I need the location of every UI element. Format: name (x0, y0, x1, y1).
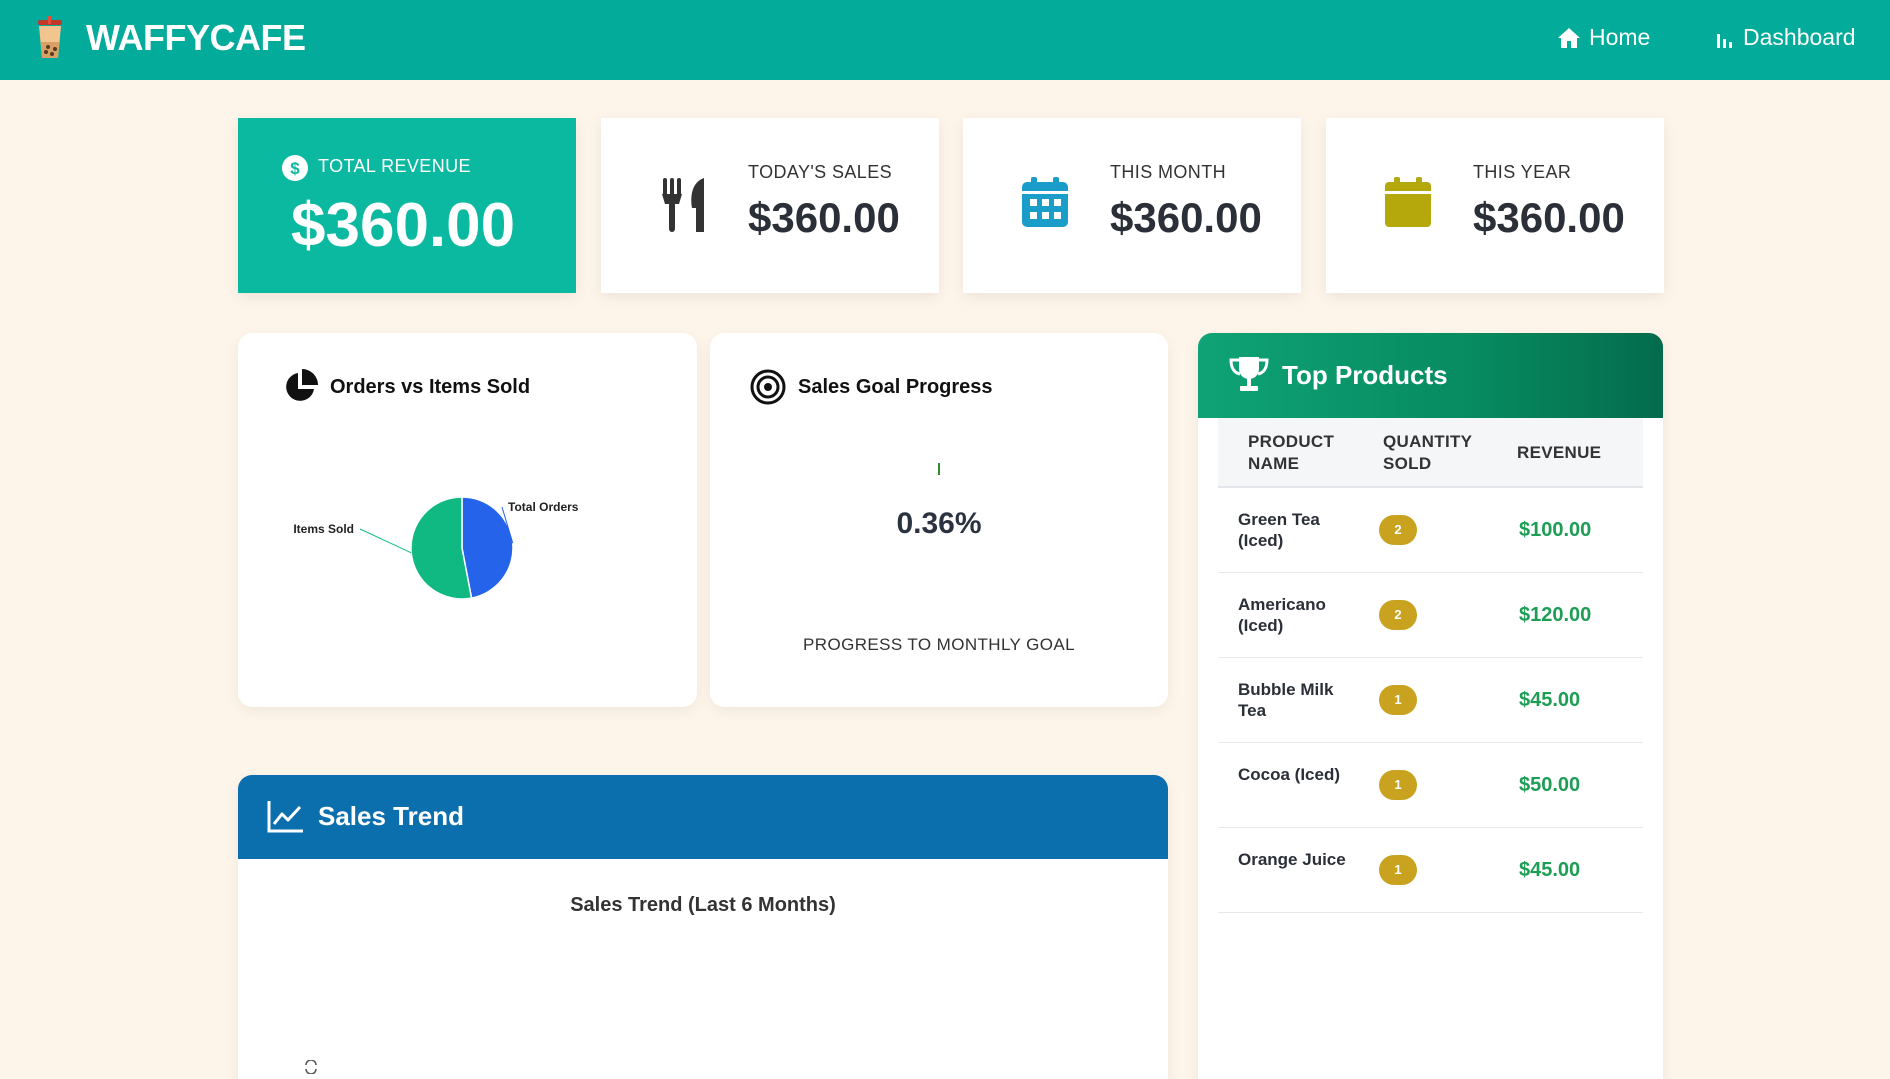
nav-home-label: Home (1589, 24, 1651, 50)
sales-trend-header-text: Sales Trend (318, 801, 464, 831)
product-name: Americano (Iced) (1238, 595, 1326, 635)
table-row: Green Tea (Iced) 2 $100.00 (1218, 488, 1643, 573)
calendar-days-icon (1022, 177, 1068, 227)
pie-slice-total-orders[interactable] (461, 496, 514, 599)
brand[interactable]: WAFFYCAFE (34, 16, 306, 60)
column-header-product-name: PRODUCT NAME (1248, 432, 1335, 473)
total-revenue-value: $360.00 (291, 191, 516, 260)
goal-percentage: 0.36% (896, 507, 982, 540)
sales-trend-header: Sales Trend (238, 775, 1168, 859)
quantity-badge: 1 (1379, 685, 1417, 715)
this-year-value: $360.00 (1473, 194, 1625, 241)
pie-leader-line (359, 528, 412, 554)
line-chart-icon (267, 801, 303, 833)
this-month-label: THIS MONTH (1110, 162, 1226, 182)
dollar-circle-icon: $ (282, 155, 308, 181)
bar-chart-icon (1717, 33, 1732, 48)
table-row: Bubble Milk Tea 1 $45.00 (1218, 658, 1643, 743)
todays-sales-label: TODAY'S SALES (748, 162, 893, 182)
product-revenue: $45.00 (1519, 689, 1581, 711)
quantity-badge: 2 (1379, 515, 1417, 545)
table-row: Orange Juice 1 $45.00 (1218, 828, 1643, 913)
column-header-revenue: REVENUE (1517, 443, 1602, 462)
product-revenue: $45.00 (1519, 859, 1581, 881)
brand-name: WAFFYCAFE (86, 17, 306, 58)
pie-chart-icon (286, 369, 318, 401)
target-icon (750, 369, 786, 405)
goal-panel-title: Sales Goal Progress (750, 369, 993, 405)
todays-sales-value: $360.00 (748, 194, 900, 241)
this-month-card: THIS MONTH $360.00 (963, 118, 1301, 293)
quantity-badge: 2 (1379, 600, 1417, 630)
top-products-panel: Top Products PRODUCT NAME QUANTITY SOLD … (1198, 333, 1663, 1079)
product-revenue: $50.00 (1519, 774, 1581, 796)
product-name: Green Tea (Iced) (1238, 510, 1320, 550)
nav-dashboard-link[interactable]: Dashboard (1715, 24, 1856, 51)
sales-trend-panel: Sales Trend Sales Trend (Last 6 Months) (238, 775, 1168, 1079)
nav-dashboard-label: Dashboard (1743, 24, 1856, 50)
product-revenue: $100.00 (1519, 519, 1592, 541)
pie-label: Total Orders (508, 500, 579, 514)
product-name: Bubble Milk Tea (1238, 680, 1334, 720)
calendar-icon (1385, 177, 1431, 227)
trophy-icon (1229, 357, 1269, 391)
bubble-tea-icon (38, 16, 62, 58)
home-icon (1558, 27, 1580, 48)
total-revenue-label: TOTAL REVENUE (318, 156, 471, 176)
quantity-badge: 1 (1379, 770, 1417, 800)
chart-loading-icon (305, 1060, 317, 1074)
total-revenue-card: $ TOTAL REVENUE $360.00 (238, 118, 576, 293)
top-products-header: Top Products (1198, 333, 1663, 418)
this-month-value: $360.00 (1110, 194, 1262, 241)
this-year-card: THIS YEAR $360.00 (1326, 118, 1664, 293)
svg-text:$: $ (290, 159, 300, 178)
orders-vs-items-panel: Orders vs Items Sold Total Orders Items S… (238, 333, 697, 707)
utensils-icon (662, 178, 704, 232)
orders-pie-chart: Total Orders Items Sold (293, 496, 579, 600)
goal-panel-title-text: Sales Goal Progress (798, 375, 993, 398)
product-name: Cocoa (Iced) (1238, 765, 1341, 784)
goal-gauge-tick (938, 463, 940, 475)
pie-slice-items-sold[interactable] (410, 496, 473, 600)
product-revenue: $120.00 (1519, 604, 1592, 626)
nav-home-link[interactable]: Home (1557, 24, 1650, 51)
column-header-quantity-sold: QUANTITY SOLD (1383, 432, 1472, 473)
table-row: Americano (Iced) 2 $120.00 (1218, 573, 1643, 658)
quantity-badge: 1 (1379, 855, 1417, 885)
table-row: Cocoa (Iced) 1 $50.00 (1218, 743, 1643, 828)
top-products-table-header: PRODUCT NAME QUANTITY SOLD REVENUE (1218, 418, 1643, 488)
product-name: Orange Juice (1238, 850, 1346, 869)
orders-panel-title: Orders vs Items Sold (282, 369, 530, 405)
pie-label: Items Sold (293, 522, 354, 536)
sales-trend-chart-title: Sales Trend (Last 6 Months) (570, 894, 836, 916)
top-products-title: Top Products (1282, 360, 1448, 390)
orders-panel-title-text: Orders vs Items Sold (330, 375, 531, 398)
this-year-label: THIS YEAR (1473, 162, 1572, 182)
top-navbar: WAFFYCAFE Home Dashboard (0, 0, 1890, 80)
sales-goal-panel: Sales Goal Progress 0.36% PROGRESS TO MO… (710, 333, 1168, 707)
todays-sales-card: TODAY'S SALES $360.00 (601, 118, 939, 293)
goal-caption: PROGRESS TO MONTHLY GOAL (803, 635, 1075, 654)
